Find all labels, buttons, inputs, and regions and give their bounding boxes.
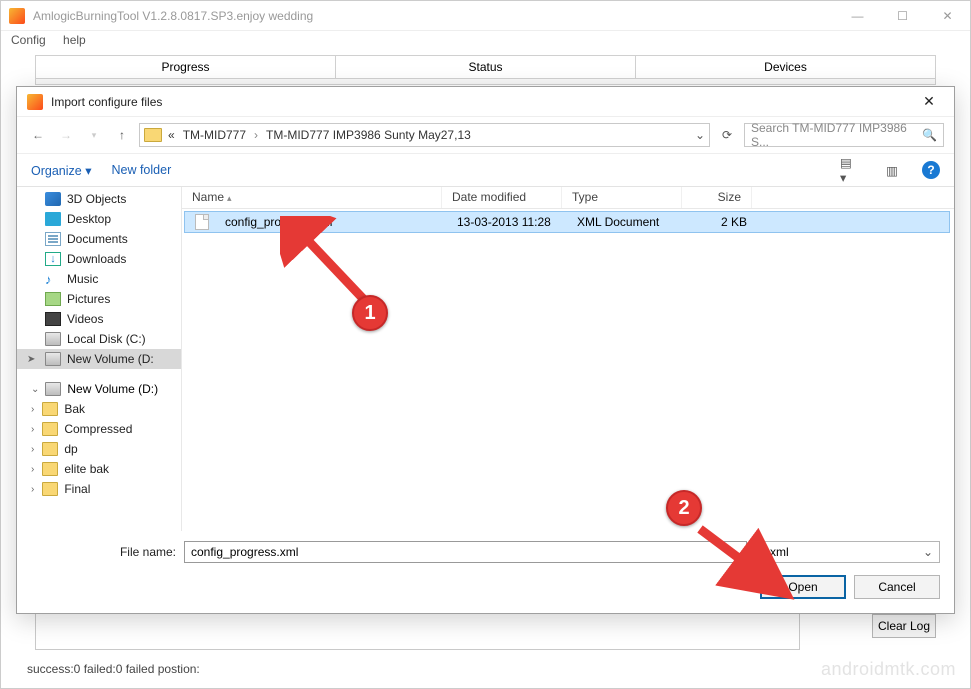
file-type-filter[interactable]: *.xml⌄ [755,541,940,563]
disk-icon [45,352,61,366]
help-button[interactable]: ? [922,161,940,179]
log-box [35,612,800,650]
col-type[interactable]: Type [562,187,682,208]
maximize-button[interactable]: ☐ [880,2,925,30]
watermark: androidmtk.com [821,659,956,680]
annotation-badge-2: 2 [666,490,702,526]
folder-icon [42,462,58,476]
tree-local-disk-c[interactable]: Local Disk (C:) [17,329,181,349]
tree-folder-dp[interactable]: ›dp [17,439,181,459]
expand-icon[interactable]: ➤ [27,354,35,365]
folder-icon [144,128,162,142]
nav-back-button[interactable]: ← [27,124,49,146]
objects-3d-icon [45,192,61,206]
tab-devices[interactable]: Devices [636,56,935,78]
tree-3d-objects[interactable]: 3D Objects [17,189,181,209]
address-bar[interactable]: « TM-MID777 › TM-MID777 IMP3986 Sunty Ma… [139,123,710,147]
file-date: 13-03-2013 11:28 [447,215,567,229]
disk-icon [45,332,61,346]
col-date[interactable]: Date modified [442,187,562,208]
nav-forward-button[interactable]: → [55,124,77,146]
annotation-badge-1: 1 [352,295,388,331]
nav-row: ← → ▾ ↑ « TM-MID777 › TM-MID777 IMP3986 … [17,117,954,153]
app-icon [9,8,25,24]
minimize-button[interactable]: — [835,2,880,30]
menubar: Config help [1,31,970,49]
file-icon [195,214,209,230]
breadcrumb-1[interactable]: TM-MID777 [181,128,248,142]
dialog-toolbar: Organize ▾ New folder ▤ ▾ ▥ ? [17,153,954,187]
organize-menu[interactable]: Organize ▾ [31,163,91,178]
menu-config[interactable]: Config [11,33,46,47]
file-name: config_progress.xml [215,215,447,229]
clear-log-button[interactable]: Clear Log [872,614,936,638]
tab-strip [35,79,936,85]
search-placeholder: Search TM-MID777 IMP3986 S... [751,121,922,149]
disk-icon [45,382,61,396]
tree-videos[interactable]: Videos [17,309,181,329]
tree-pictures[interactable]: Pictures [17,289,181,309]
tree-folder-elite-bak[interactable]: ›elite bak [17,459,181,479]
file-row-selected[interactable]: config_progress.xml 13-03-2013 11:28 XML… [184,211,950,233]
tree-section-new-volume-d[interactable]: ⌄New Volume (D:) [17,379,181,399]
folder-icon [42,422,58,436]
music-icon: ♪ [45,272,61,286]
file-type: XML Document [567,215,687,229]
cancel-button[interactable]: Cancel [854,575,940,599]
dialog-footer: File name: *.xml⌄ Open Cancel [17,531,954,613]
statusbar: success:0 failed:0 failed postion: [27,662,200,676]
open-button[interactable]: Open [760,575,846,599]
tree-desktop[interactable]: Desktop [17,209,181,229]
nav-tree[interactable]: 3D Objects Desktop Documents Downloads ♪… [17,187,182,531]
tree-documents[interactable]: Documents [17,229,181,249]
folder-icon [42,482,58,496]
search-icon: 🔍 [922,128,937,142]
tree-downloads[interactable]: Downloads [17,249,181,269]
address-dropdown-icon[interactable]: ⌄ [695,128,705,142]
tab-progress[interactable]: Progress [36,56,336,78]
dialog-titlebar: Import configure files ✕ [17,87,954,117]
tree-music[interactable]: ♪Music [17,269,181,289]
col-size[interactable]: Size [682,187,752,208]
menu-help[interactable]: help [63,33,86,47]
chevron-down-icon: ⌄ [923,545,933,559]
desktop-icon [45,212,61,226]
downloads-icon [45,252,61,266]
dialog-title: Import configure files [51,95,914,109]
tree-folder-compressed[interactable]: ›Compressed [17,419,181,439]
view-mode-button[interactable]: ▤ ▾ [840,160,860,180]
dialog-icon [27,94,43,110]
breadcrumb-prefix: « [166,128,177,142]
app-title: AmlogicBurningTool V1.2.8.0817.SP3.enjoy… [33,9,835,23]
col-name[interactable]: Name▴ [182,187,442,208]
tree-folder-bak[interactable]: ›Bak [17,399,181,419]
tree-folder-final[interactable]: ›Final [17,479,181,499]
file-size: 2 KB [687,215,757,229]
nav-up-button[interactable]: ↑ [111,124,133,146]
open-file-dialog: Import configure files ✕ ← → ▾ ↑ « TM-MI… [16,86,955,614]
refresh-button[interactable]: ⟳ [716,124,738,146]
main-titlebar: AmlogicBurningTool V1.2.8.0817.SP3.enjoy… [1,1,970,31]
documents-icon [45,232,61,246]
list-header: Name▴ Date modified Type Size [182,187,954,209]
folder-icon [42,402,58,416]
file-name-label: File name: [31,545,176,559]
pictures-icon [45,292,61,306]
tabs-row: Progress Status Devices [35,55,936,79]
search-input[interactable]: Search TM-MID777 IMP3986 S... 🔍 [744,123,944,147]
videos-icon [45,312,61,326]
folder-icon [42,442,58,456]
file-list[interactable]: Name▴ Date modified Type Size config_pro… [182,187,954,531]
file-name-input[interactable] [184,541,747,563]
sort-asc-icon: ▴ [224,193,232,203]
breadcrumb-2[interactable]: TM-MID777 IMP3986 Sunty May27,13 [264,128,473,142]
tree-new-volume-d[interactable]: ➤New Volume (D: [17,349,181,369]
tab-status[interactable]: Status [336,56,636,78]
nav-recent-dropdown[interactable]: ▾ [83,124,105,146]
close-button[interactable]: ✕ [925,2,970,30]
dialog-close-button[interactable]: ✕ [914,93,944,110]
preview-pane-button[interactable]: ▥ [882,160,902,180]
breadcrumb-sep: › [252,128,260,142]
new-folder-button[interactable]: New folder [111,163,171,177]
